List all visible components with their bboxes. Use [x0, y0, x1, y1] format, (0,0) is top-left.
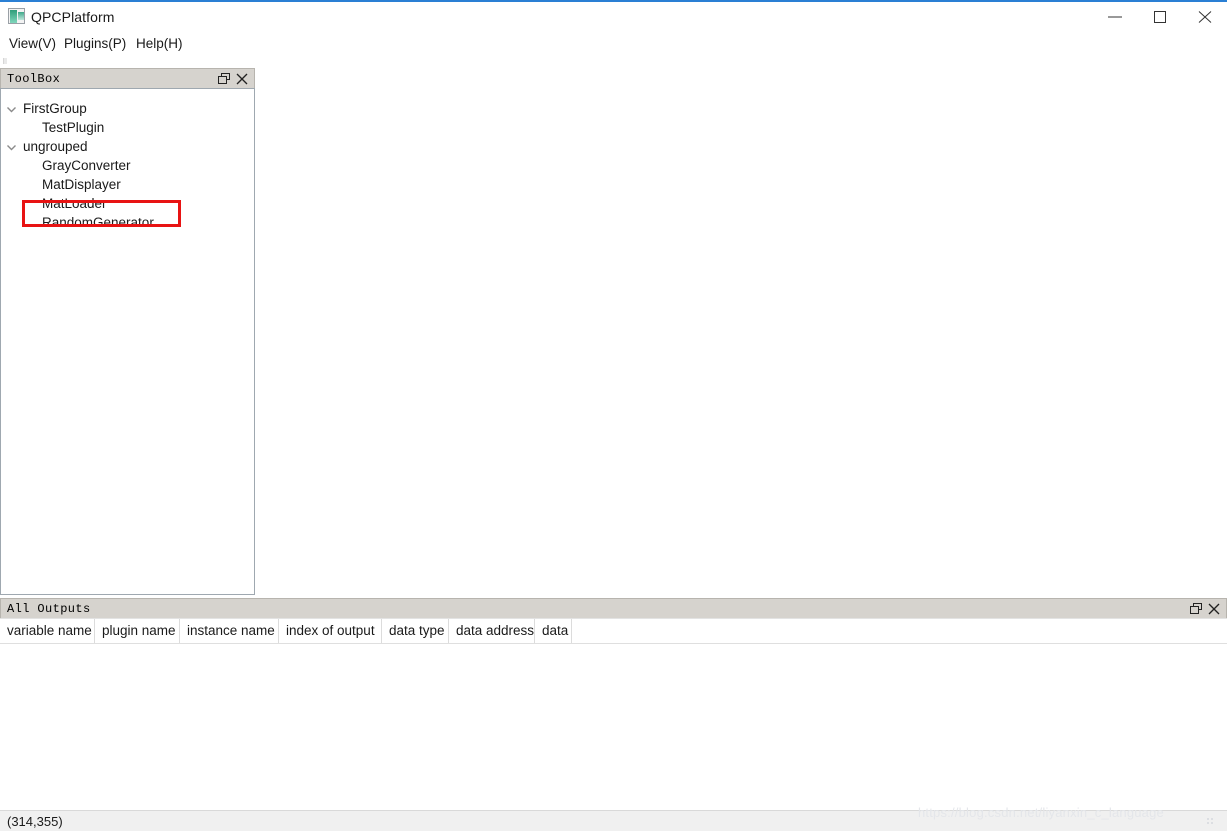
tree-item-ungrouped[interactable]: ungrouped	[1, 138, 254, 157]
column-header-data-type[interactable]: data type	[382, 619, 449, 643]
maximize-icon	[1154, 11, 1166, 23]
all-outputs-table[interactable]: variable name plugin name instance name …	[0, 618, 1227, 810]
all-outputs-close-button[interactable]	[1207, 602, 1221, 616]
table-header-row: variable name plugin name instance name …	[0, 619, 1227, 644]
tree-item-testplugin[interactable]: TestPlugin	[1, 119, 254, 138]
all-outputs-dock-panel: All Outputs variable name plugin name in…	[0, 598, 1227, 810]
menu-item-view[interactable]: View(V)	[9, 35, 56, 53]
menu-bar: View(V) Plugins(P) Help(H)	[0, 32, 1227, 55]
column-header-data[interactable]: data	[535, 619, 572, 643]
column-header-data-address[interactable]: data address	[449, 619, 535, 643]
chevron-down-icon[interactable]	[6, 104, 17, 115]
toolbox-title-label: ToolBox	[7, 72, 61, 86]
toolbox-tree[interactable]: FirstGroup TestPlugin ungrouped GrayConv…	[0, 88, 255, 595]
tree-item-matdisplayer[interactable]: MatDisplayer	[1, 176, 254, 195]
tree-item-label: MatDisplayer	[42, 177, 121, 192]
toolbox-title-bar[interactable]: ToolBox	[0, 68, 255, 88]
minimize-button[interactable]	[1092, 2, 1138, 32]
all-outputs-float-button[interactable]	[1189, 602, 1203, 616]
window-title: QPCPlatform	[31, 9, 115, 25]
tree-item-label: FirstGroup	[23, 101, 87, 116]
tree-item-label: MatLoader	[42, 196, 107, 211]
tree-item-label: TestPlugin	[42, 120, 105, 135]
application-window: QPCPlatform View(V) Plugins(P) Help(H) T…	[0, 0, 1227, 831]
float-icon	[1190, 603, 1202, 614]
toolbox-float-button[interactable]	[217, 72, 231, 86]
column-header-filler	[572, 619, 1227, 643]
tree-item-label: ungrouped	[23, 139, 88, 154]
app-logo-icon	[8, 8, 25, 24]
column-header-plugin-name[interactable]: plugin name	[95, 619, 180, 643]
menu-item-plugins[interactable]: Plugins(P)	[64, 35, 126, 53]
toolbar-strip	[0, 55, 1227, 67]
all-outputs-title-label: All Outputs	[7, 602, 91, 616]
minimize-icon	[1108, 16, 1122, 18]
close-icon	[1208, 603, 1220, 615]
column-header-instance-name[interactable]: instance name	[180, 619, 279, 643]
float-icon	[218, 73, 230, 84]
close-button[interactable]	[1182, 2, 1227, 32]
all-outputs-title-bar[interactable]: All Outputs	[0, 598, 1227, 618]
toolbox-dock-panel: ToolBox FirstGroup TestPlugin ungrouped …	[0, 68, 255, 595]
column-header-variable-name[interactable]: variable name	[0, 619, 95, 643]
column-header-index-of-output[interactable]: index of output	[279, 619, 382, 643]
status-bar: (314,355)	[0, 810, 1227, 831]
tree-item-label: GrayConverter	[42, 158, 131, 173]
toolbar-grip-handle[interactable]	[3, 58, 7, 64]
tree-item-grayconverter[interactable]: GrayConverter	[1, 157, 254, 176]
menu-item-help[interactable]: Help(H)	[136, 35, 183, 53]
tree-item-firstgroup[interactable]: FirstGroup	[1, 100, 254, 119]
tree-item-matloader[interactable]: MatLoader	[1, 195, 254, 214]
tree-item-label: RandomGenerator	[42, 215, 154, 230]
title-bar: QPCPlatform	[0, 2, 1227, 32]
chevron-down-icon[interactable]	[6, 142, 17, 153]
close-icon	[1198, 11, 1212, 23]
maximize-button[interactable]	[1137, 2, 1183, 32]
close-icon	[236, 73, 248, 85]
tree-item-randomgenerator[interactable]: RandomGenerator	[1, 214, 254, 233]
toolbox-close-button[interactable]	[235, 72, 249, 86]
status-coordinates: (314,355)	[7, 814, 63, 829]
